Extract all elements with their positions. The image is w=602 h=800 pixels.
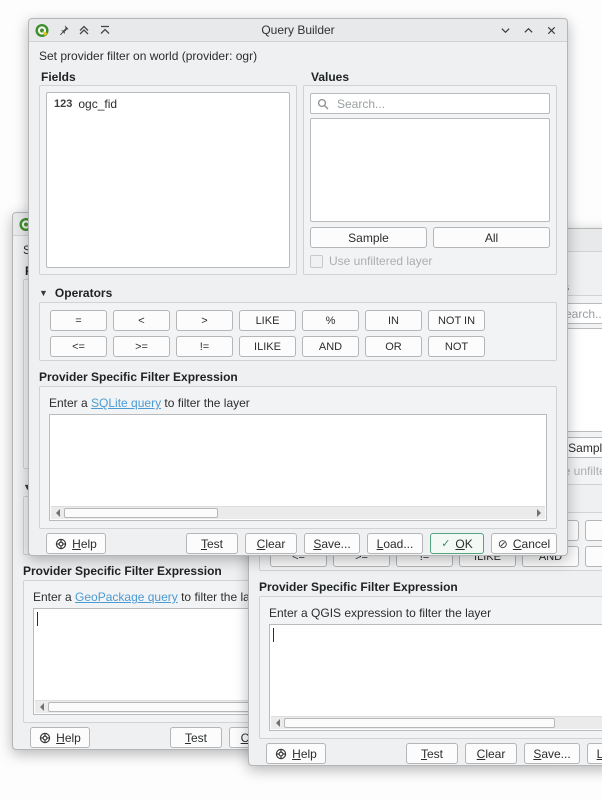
operators-header[interactable]: ▼ Operators (39, 286, 112, 300)
operators-label: Operators (55, 286, 112, 300)
horizontal-scrollbar[interactable] (51, 506, 545, 519)
use-unfiltered-label: Use unfiltered layer (329, 254, 432, 268)
scroll-left-icon[interactable] (51, 507, 64, 519)
shade-icon[interactable] (77, 23, 91, 37)
operator-button[interactable]: OR (365, 336, 422, 357)
help-button[interactable]: Help (266, 743, 326, 764)
help-icon (275, 748, 287, 760)
scroll-right-icon[interactable] (532, 507, 545, 519)
operator-button[interactable]: IN (585, 520, 602, 541)
operator-button[interactable]: ILIKE (239, 336, 296, 357)
desktop: { "colors": { "window_bg": "#eff0f1", "t… (0, 0, 602, 800)
field-list-item[interactable]: 123 ogc_fid (47, 93, 289, 115)
operator-button[interactable]: > (176, 310, 233, 331)
values-search[interactable] (310, 93, 550, 114)
help-button[interactable]: Help (30, 727, 90, 748)
help-icon (39, 732, 51, 744)
scrollbar-track[interactable] (284, 717, 602, 729)
use-unfiltered-checkbox[interactable] (310, 255, 323, 268)
filter-expression-label: Provider Specific Filter Expression (23, 564, 222, 578)
text-caret (37, 612, 38, 626)
field-name: ogc_fid (78, 97, 117, 111)
qgis-logo-icon (35, 23, 49, 37)
filter-hint: Enter a SQLite query to filter the layer (49, 396, 250, 410)
help-icon (55, 538, 67, 550)
test-button[interactable]: Test (170, 727, 222, 748)
close-icon[interactable] (544, 23, 558, 37)
operator-button[interactable]: >= (113, 336, 170, 357)
clear-button[interactable]: Clear (465, 743, 517, 764)
provider-filter-subtitle: Set provider filter on world (provider: … (39, 49, 257, 63)
load-button[interactable]: Load... (587, 743, 602, 764)
load-button[interactable]: Load... (367, 533, 423, 554)
fields-frame: 123 ogc_fid (39, 85, 297, 275)
roll-up-icon[interactable] (521, 23, 535, 37)
save-button[interactable]: Save... (524, 743, 580, 764)
check-icon: ✓ (441, 537, 450, 550)
operator-button[interactable]: OR (585, 546, 602, 567)
filter-expression-textarea[interactable] (269, 624, 602, 731)
pin-icon[interactable] (56, 23, 70, 37)
scroll-left-icon[interactable] (35, 701, 48, 713)
filter-expression-label: Provider Specific Filter Expression (39, 370, 238, 384)
dialog-button-row: Help Test Clear Save... Load... ✓OK ⊘Can… (259, 743, 602, 764)
values-label: Values (311, 70, 349, 84)
filter-hint: Enter a QGIS expression to filter the la… (269, 606, 491, 620)
horizontal-scrollbar[interactable] (271, 716, 602, 729)
operator-button[interactable]: LIKE (239, 310, 296, 331)
titlebar[interactable]: Query Builder (29, 19, 567, 42)
operator-button[interactable]: < (113, 310, 170, 331)
provider-query-link[interactable]: GeoPackage query (75, 590, 178, 604)
operator-button[interactable]: NOT (428, 336, 485, 357)
filter-expression-label: Provider Specific Filter Expression (259, 580, 458, 594)
search-icon (317, 98, 329, 110)
operator-button[interactable]: IN (365, 310, 422, 331)
filter-hint: Enter a GeoPackage query to filter the l… (33, 590, 266, 604)
values-frame: Sample All Use unfiltered layer (303, 85, 557, 275)
save-button[interactable]: Save... (304, 533, 360, 554)
operator-button[interactable]: AND (302, 336, 359, 357)
filter-expression-textarea[interactable] (49, 414, 547, 521)
roll-down-icon[interactable] (498, 23, 512, 37)
dialog-button-row: Help Test Clear Save... Load... ✓OK ⊘Can… (39, 533, 557, 554)
provider-query-link[interactable]: SQLite query (91, 396, 161, 410)
test-button[interactable]: Test (186, 533, 238, 554)
query-builder-dialog: Query Builder Set provider filter on wor… (28, 18, 568, 556)
fields-list[interactable]: 123 ogc_fid (46, 92, 290, 268)
help-button[interactable]: Help (46, 533, 106, 554)
search-input[interactable] (335, 96, 543, 112)
field-type-icon: 123 (54, 98, 72, 110)
cancel-icon: ⊘ (498, 537, 508, 551)
operators-frame: = < > LIKE% IN NOT IN <= >= != ILIKE AND OR NOT (39, 302, 557, 361)
window-title: Query Builder (109, 19, 487, 41)
scrollbar-track[interactable] (64, 507, 532, 519)
operator-button[interactable]: % (302, 310, 359, 331)
sample-button[interactable]: Sample (310, 227, 427, 248)
collapse-triangle-icon[interactable]: ▼ (39, 288, 48, 298)
cancel-button[interactable]: ⊘Cancel (491, 533, 557, 554)
scrollbar-thumb[interactable] (284, 718, 555, 728)
operator-button[interactable]: = (50, 310, 107, 331)
clear-button[interactable]: Clear (245, 533, 297, 554)
text-caret (273, 628, 274, 642)
operator-button[interactable]: != (176, 336, 233, 357)
fields-label: Fields (41, 70, 76, 84)
operator-button[interactable]: NOT IN (428, 310, 485, 331)
ok-button[interactable]: ✓OK (430, 533, 484, 554)
test-button[interactable]: Test (406, 743, 458, 764)
scroll-left-icon[interactable] (271, 717, 284, 729)
operator-button[interactable]: <= (50, 336, 107, 357)
all-button[interactable]: All (433, 227, 550, 248)
values-list[interactable] (310, 118, 550, 222)
scrollbar-thumb[interactable] (64, 508, 218, 518)
